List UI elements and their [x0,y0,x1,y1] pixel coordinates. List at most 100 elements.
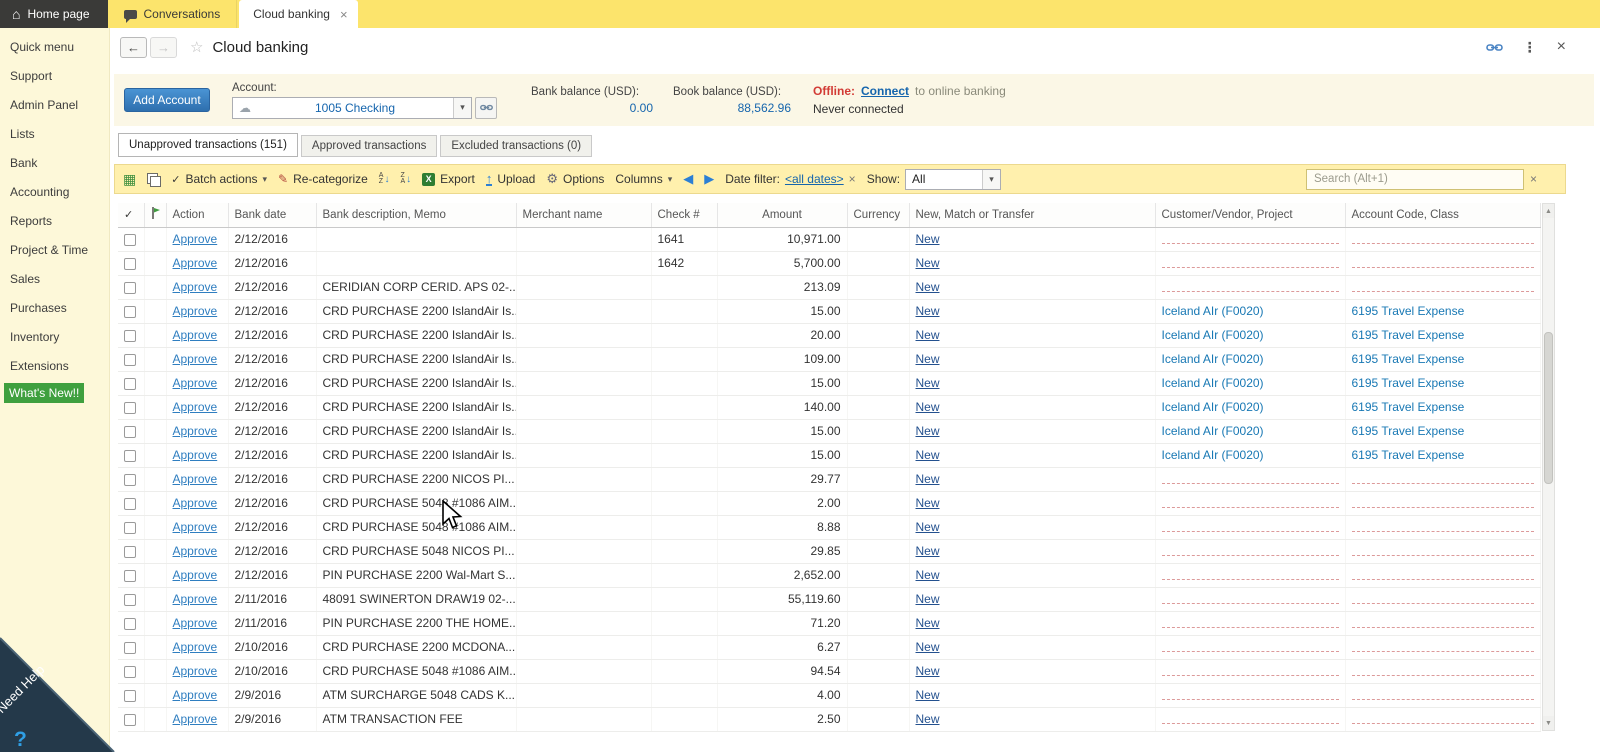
approve-link[interactable]: Approve [173,352,218,366]
merchant-cell[interactable] [516,419,652,444]
forward-button[interactable]: → [150,36,177,58]
merchant-cell[interactable] [516,683,652,708]
match-link[interactable]: New [916,520,940,534]
match-link[interactable]: New [916,688,940,702]
customer-cell[interactable] [1155,707,1346,732]
sidebar-item[interactable]: Admin Panel [0,90,109,119]
merchant-cell[interactable] [516,659,652,684]
approve-link[interactable]: Approve [173,688,218,702]
account-code-cell[interactable] [1345,611,1541,636]
favorite-star-icon[interactable]: ☆ [190,38,203,56]
table-row[interactable]: Approve 2/12/2016 CRD PURCHASE 2200 Isla… [118,323,1541,348]
options-button[interactable]: ⚙ Options [546,171,604,187]
customer-cell[interactable]: Iceland AIr (F0020) [1155,347,1346,372]
column-header-match[interactable]: New, Match or Transfer [909,203,1156,228]
sidebar-item[interactable]: Bank [0,148,109,177]
row-checkbox[interactable] [124,497,136,510]
row-checkbox[interactable] [124,401,136,414]
sidebar-item[interactable]: Sales [0,264,109,293]
row-checkbox[interactable] [124,545,136,558]
get-link-icon[interactable] [1485,42,1503,53]
match-link[interactable]: New [916,304,940,318]
approve-link[interactable]: Approve [173,544,218,558]
connect-link[interactable]: Connect [861,84,909,98]
match-link[interactable]: New [916,424,940,438]
sidebar-item[interactable]: Project & Time [0,235,109,264]
account-code-cell[interactable] [1345,491,1541,516]
account-code-cell[interactable] [1345,587,1541,612]
merchant-cell[interactable] [516,299,652,324]
sidebar-item[interactable]: Accounting [0,177,109,206]
row-checkbox[interactable] [124,593,136,606]
sidebar-item[interactable]: Quick menu [0,32,109,61]
need-help-corner[interactable]: Need Help ? [0,632,120,752]
table-row[interactable]: Approve 2/12/2016 CRD PURCHASE 2200 Isla… [118,419,1541,444]
merchant-cell[interactable] [516,635,652,660]
description-cell[interactable]: CRD PURCHASE 5048 #1086 AIM... [316,659,517,684]
approve-link[interactable]: Approve [173,424,218,438]
export-button[interactable]: X Export [422,172,475,186]
vertical-scrollbar[interactable]: ▲ ▼ [1542,203,1555,731]
description-cell[interactable]: ATM SURCHARGE 5048 CADS K... [316,683,517,708]
table-row[interactable]: Approve 2/10/2016 CRD PURCHASE 5048 #108… [118,659,1541,684]
description-cell[interactable]: CRD PURCHASE 2200 IslandAir Is... [316,419,517,444]
scrollbar-thumb[interactable] [1544,332,1553,484]
description-cell[interactable]: PIN PURCHASE 2200 Wal-Mart S... [316,563,517,588]
merchant-cell[interactable] [516,395,652,420]
search-input[interactable] [1305,168,1524,190]
approve-link[interactable]: Approve [173,472,218,486]
table-row[interactable]: Approve 2/12/2016 CRD PURCHASE 2200 Isla… [118,347,1541,372]
close-tab-icon[interactable]: × [340,7,348,22]
description-cell[interactable]: CERIDIAN CORP CERID. APS 02-... [316,275,517,300]
merchant-cell[interactable] [516,515,652,540]
merchant-cell[interactable] [516,611,652,636]
approve-link[interactable]: Approve [173,376,218,390]
help-question-icon[interactable]: ? [14,728,27,752]
column-header-currency[interactable]: Currency [847,203,910,228]
table-row[interactable]: Approve 2/12/2016 CRD PURCHASE 2200 Isla… [118,371,1541,396]
sort-ascending-button[interactable]: AZ ↓ [379,172,390,185]
date-filter-value-link[interactable]: <all dates> [785,172,844,186]
description-cell[interactable]: 48091 SWINERTON DRAW19 02-... [316,587,517,612]
merchant-cell[interactable] [516,251,652,276]
approve-link[interactable]: Approve [173,640,218,654]
table-row[interactable]: Approve 2/12/2016 CRD PURCHASE 5048 #108… [118,515,1541,540]
customer-cell[interactable] [1155,683,1346,708]
account-code-cell[interactable] [1345,251,1541,276]
sidebar-item[interactable]: Purchases [0,293,109,322]
scroll-up-button[interactable]: ▲ [1543,204,1554,218]
match-link[interactable]: New [916,328,940,342]
account-code-cell[interactable] [1345,515,1541,540]
row-checkbox[interactable] [124,641,136,654]
description-cell[interactable]: CRD PURCHASE 2200 MCDONA... [316,635,517,660]
description-cell[interactable]: CRD PURCHASE 2200 NICOS PI... [316,467,517,492]
merchant-cell[interactable] [516,491,652,516]
approve-link[interactable]: Approve [173,616,218,630]
account-code-cell[interactable] [1345,539,1541,564]
account-code-cell[interactable] [1345,227,1541,252]
account-code-cell[interactable] [1345,275,1541,300]
account-code-cell[interactable] [1345,707,1541,732]
account-select-field[interactable]: ☁ 1005 Checking ▾ [232,96,472,119]
previous-page-icon[interactable]: ◀ [683,171,693,187]
scroll-down-button[interactable]: ▼ [1543,716,1554,730]
customer-cell[interactable] [1155,227,1346,252]
tab-unapproved-transactions[interactable]: Unapproved transactions (151) [118,133,298,157]
account-code-cell[interactable]: 6195 Travel Expense [1345,347,1541,372]
customer-cell[interactable]: Iceland AIr (F0020) [1155,443,1346,468]
match-link[interactable]: New [916,544,940,558]
match-link[interactable]: New [916,352,940,366]
match-link[interactable]: New [916,232,940,246]
open-account-link-button[interactable] [475,96,497,119]
description-cell[interactable]: PIN PURCHASE 2200 THE HOME... [316,611,517,636]
sidebar-item[interactable]: Lists [0,119,109,148]
account-code-cell[interactable] [1345,659,1541,684]
table-row[interactable]: Approve 2/9/2016 ATM TRANSACTION FEE 2.5… [118,707,1541,732]
customer-cell[interactable] [1155,659,1346,684]
match-link[interactable]: New [916,256,940,270]
description-cell[interactable] [316,227,517,252]
match-link[interactable]: New [916,712,940,726]
match-link[interactable]: New [916,568,940,582]
tab-home-page[interactable]: ⌂ Home page [0,0,108,28]
approve-link[interactable]: Approve [173,400,218,414]
